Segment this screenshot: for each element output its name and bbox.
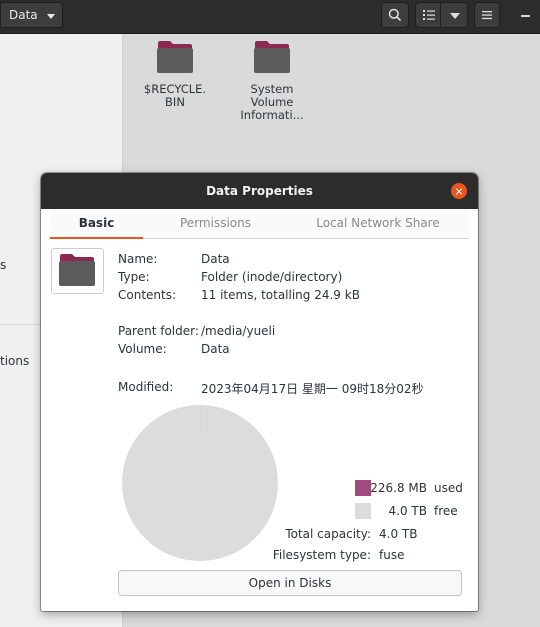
folder-icon: [254, 41, 290, 73]
dialog-title: Data Properties: [41, 173, 478, 209]
file-item-system-volume[interactable]: System Volume Informati...: [232, 40, 312, 122]
file-item-recycle-bin[interactable]: $RECYCLE. BIN: [135, 40, 215, 109]
sidebar-item-label[interactable]: tions: [0, 354, 29, 368]
properties-dialog: Data Properties Basic Permissions Local …: [41, 173, 478, 611]
name-label: Name:: [118, 252, 158, 266]
modified-value: 2023年04月17日 星期一 09时18分02秒: [201, 382, 424, 396]
sidebar-item-label[interactable]: s: [0, 258, 6, 272]
contents-value: 11 items, totalling 24.9 kB: [201, 288, 360, 302]
filesystem-type-label: Filesystem type:: [272, 548, 371, 562]
total-capacity-value: 4.0 TB: [379, 527, 418, 541]
chevron-down-icon: [450, 13, 460, 19]
modified-label: Modified:: [118, 380, 174, 394]
folder-icon: [59, 254, 95, 286]
filesystem-type-value: fuse: [379, 548, 405, 562]
folder-icon-frame: [51, 248, 104, 294]
chevron-down-icon: [47, 14, 55, 19]
menu-button[interactable]: [474, 2, 500, 28]
free-label: free: [434, 504, 458, 518]
path-bar-button[interactable]: Data: [0, 2, 63, 28]
close-icon[interactable]: [451, 183, 467, 199]
file-name: System Volume Informati...: [240, 82, 304, 122]
tab-basic[interactable]: Basic: [50, 209, 143, 239]
contents-label: Contents:: [118, 288, 177, 302]
type-value: Folder (inode/directory): [201, 270, 343, 284]
used-size: 226.8 MB: [370, 481, 427, 495]
tab-bar: Basic Permissions Local Network Share: [49, 209, 469, 239]
volume-value: Data: [201, 342, 230, 356]
name-value: Data: [201, 252, 230, 266]
toolbar: Data: [0, 0, 540, 34]
hamburger-menu-icon: [482, 11, 492, 20]
folder-icon: [157, 41, 193, 73]
file-name: $RECYCLE. BIN: [143, 82, 207, 109]
view-options-button[interactable]: [440, 2, 468, 28]
tab-permissions[interactable]: Permissions: [145, 209, 286, 238]
search-button[interactable]: [381, 2, 409, 28]
total-capacity-label: Total capacity:: [285, 527, 371, 541]
tab-local-network-share[interactable]: Local Network Share: [287, 209, 469, 238]
minimize-icon[interactable]: [521, 15, 530, 17]
view-list-button[interactable]: [415, 2, 441, 28]
parent-folder-value: /media/yueli: [201, 324, 276, 338]
type-label: Type:: [118, 270, 150, 284]
used-label: used: [434, 481, 463, 495]
path-label: Data: [9, 8, 38, 22]
list-view-icon: [423, 10, 435, 20]
open-in-disks-button[interactable]: Open in Disks: [118, 570, 462, 596]
parent-folder-label: Parent folder:: [118, 324, 199, 338]
volume-label: Volume:: [118, 342, 167, 356]
free-size: 4.0 TB: [388, 504, 427, 518]
search-icon: [388, 8, 402, 22]
